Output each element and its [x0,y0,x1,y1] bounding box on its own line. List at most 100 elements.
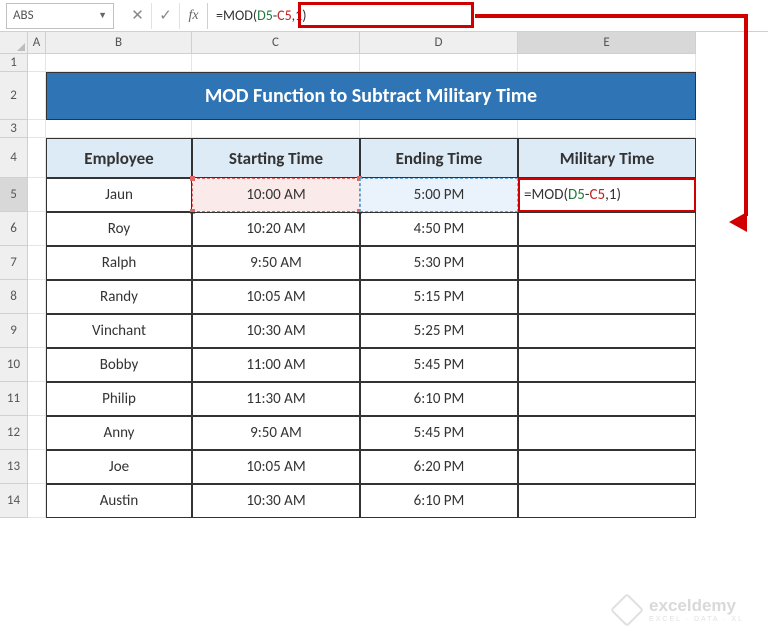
cell-end[interactable]: 4:50 PM [360,212,518,246]
cell[interactable] [28,382,46,416]
cell-start[interactable]: 9:50 AM [192,246,360,280]
cell[interactable] [28,138,46,178]
header-start[interactable]: Starting Time [192,138,360,178]
cell[interactable] [518,54,696,72]
cell-end-ref[interactable]: 5:00 PM [360,178,518,212]
row-header-6[interactable]: 6 [0,212,28,246]
cell-employee[interactable]: Austin [46,484,192,518]
cell-employee[interactable]: Philip [46,382,192,416]
cell-start[interactable]: 10:30 AM [192,484,360,518]
watermark-brand: exceldemy [649,596,736,615]
cell-editing[interactable]: =MOD(D5-C5,1) [518,178,696,212]
accept-formula-button[interactable]: ✓ [152,3,180,29]
cell-end[interactable]: 5:30 PM [360,246,518,280]
cell-employee[interactable]: Vinchant [46,314,192,348]
row-header-11[interactable]: 11 [0,382,28,416]
cell-start[interactable]: 10:05 AM [192,450,360,484]
cell[interactable] [46,120,192,138]
cell-mil[interactable] [518,280,696,314]
row-1: 1 [0,54,768,72]
cell-mil[interactable] [518,416,696,450]
title-cell[interactable]: MOD Function to Subtract Military Time [46,72,696,120]
cell-end[interactable]: 6:10 PM [360,382,518,416]
row-6: 6 Roy 10:20 AM 4:50 PM [0,212,768,246]
arrow-head-icon [729,212,747,232]
cell-end[interactable]: 6:20 PM [360,450,518,484]
cell[interactable] [28,54,46,72]
row-header-14[interactable]: 14 [0,484,28,518]
col-header-C[interactable]: C [192,32,360,54]
cell-mil[interactable] [518,314,696,348]
cell[interactable] [46,54,192,72]
row-header-8[interactable]: 8 [0,280,28,314]
cell-employee[interactable]: Bobby [46,348,192,382]
header-mil[interactable]: Military Time [518,138,696,178]
cell-start[interactable]: 10:05 AM [192,280,360,314]
cell-end[interactable]: 5:25 PM [360,314,518,348]
col-header-E[interactable]: E [518,32,696,54]
cell[interactable] [28,416,46,450]
cell-end[interactable]: 5:45 PM [360,416,518,450]
cell[interactable] [192,54,360,72]
arrow-connector [744,14,748,216]
cell-employee[interactable]: Anny [46,416,192,450]
cell-start[interactable]: 9:50 AM [192,416,360,450]
cell[interactable] [28,178,46,212]
watermark: exceldemy EXCEL · DATA · XL [615,596,744,623]
row-header-5[interactable]: 5 [0,178,28,212]
cell-employee[interactable]: Ralph [46,246,192,280]
cell[interactable] [192,120,360,138]
insert-function-button[interactable]: fx [180,3,208,29]
chevron-down-icon[interactable]: ▼ [98,10,107,21]
spreadsheet-grid[interactable]: A B C D E 1 2 MOD Function to Subtract M… [0,32,768,518]
cell-end[interactable]: 5:45 PM [360,348,518,382]
row-header-13[interactable]: 13 [0,450,28,484]
cell-end[interactable]: 6:10 PM [360,484,518,518]
cell-mil[interactable] [518,246,696,280]
cell-employee[interactable]: Roy [46,212,192,246]
col-header-D[interactable]: D [360,32,518,54]
select-all-button[interactable] [0,32,28,54]
header-employee[interactable]: Employee [46,138,192,178]
cell-employee[interactable]: Randy [46,280,192,314]
cell-end[interactable]: 5:15 PM [360,280,518,314]
cell[interactable] [360,120,518,138]
cell[interactable] [28,212,46,246]
row-header-10[interactable]: 10 [0,348,28,382]
cell[interactable] [28,72,46,120]
cell[interactable] [28,450,46,484]
cell-start[interactable]: 11:00 AM [192,348,360,382]
cell-mil[interactable] [518,212,696,246]
header-end[interactable]: Ending Time [360,138,518,178]
row-header-9[interactable]: 9 [0,314,28,348]
col-header-B[interactable]: B [46,32,192,54]
col-header-A[interactable]: A [28,32,46,54]
cell-start[interactable]: 10:20 AM [192,212,360,246]
row-header-3[interactable]: 3 [0,120,28,138]
cell[interactable] [518,120,696,138]
cell-mil[interactable] [518,348,696,382]
cell-start[interactable]: 10:30 AM [192,314,360,348]
row-header-2[interactable]: 2 [0,72,28,120]
cell-mil[interactable] [518,450,696,484]
row-header-12[interactable]: 12 [0,416,28,450]
cell[interactable] [28,484,46,518]
row-header-1[interactable]: 1 [0,54,28,72]
name-box[interactable]: ABS ▼ [6,3,114,29]
row-header-4[interactable]: 4 [0,138,28,178]
cell-employee[interactable]: Joe [46,450,192,484]
cell[interactable] [28,120,46,138]
cell-start-ref[interactable]: 10:00 AM [192,178,360,212]
cell[interactable] [28,348,46,382]
cancel-formula-button[interactable]: ✕ [124,3,152,29]
cell-start[interactable]: 11:30 AM [192,382,360,416]
cell[interactable] [28,246,46,280]
cell[interactable] [28,280,46,314]
cell-mil[interactable] [518,382,696,416]
cell[interactable] [28,314,46,348]
row-14: 14 Austin 10:30 AM 6:10 PM [0,484,768,518]
cell-employee[interactable]: Jaun [46,178,192,212]
cell[interactable] [360,54,518,72]
cell-mil[interactable] [518,484,696,518]
row-header-7[interactable]: 7 [0,246,28,280]
